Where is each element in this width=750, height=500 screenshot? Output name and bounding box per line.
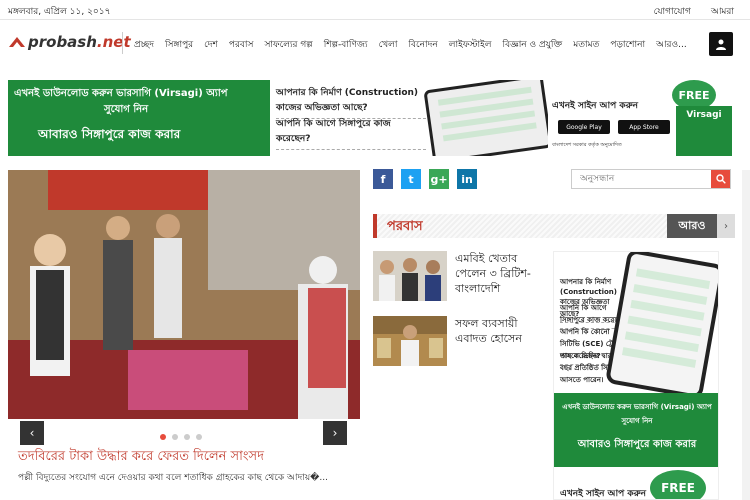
ad-opportunity-text: সুযোগ নিন bbox=[621, 417, 653, 425]
section-header-probash: পরবাস আরও › bbox=[373, 214, 735, 238]
ad-questions-panel: আপনার কি নির্মাণ (Construction) কাজের অভ… bbox=[270, 80, 446, 156]
app-store-badge[interactable]: App Store bbox=[618, 120, 670, 134]
about-link[interactable]: আমরা bbox=[711, 4, 734, 19]
user-icon bbox=[716, 39, 726, 50]
facebook-icon[interactable]: f bbox=[373, 169, 393, 189]
right-edge-panel bbox=[742, 170, 750, 500]
nav-item-lifestyle[interactable]: লাইফস্টাইল bbox=[449, 37, 492, 52]
search-input[interactable] bbox=[572, 170, 712, 188]
ad-download-text: এখনই ডাউনলোড করুন ভারসাগি (Virsagi) অ্যা… bbox=[14, 88, 228, 99]
logo-text-main: probash bbox=[28, 33, 97, 51]
slider-dot-3[interactable] bbox=[184, 434, 190, 440]
nav-item-opinion[interactable]: মতামত bbox=[573, 37, 599, 52]
search-box bbox=[571, 169, 731, 189]
ad-signup-text: এখনই সাইন আপ করুন bbox=[552, 101, 638, 111]
top-bar: মঙ্গলবার, এপ্রিল ১১, ২০১৭ যোগাযোগ আমরা bbox=[0, 0, 750, 20]
nav-item-singapore[interactable]: সিঙ্গাপুর bbox=[165, 37, 193, 52]
nav-item-probash[interactable]: পরবাস bbox=[229, 37, 254, 52]
slider-dot-2[interactable] bbox=[172, 434, 178, 440]
nav-item-entertainment[interactable]: বিনোদন bbox=[408, 37, 437, 52]
user-account-button[interactable] bbox=[709, 32, 733, 56]
section-more-arrow-icon[interactable]: › bbox=[717, 214, 735, 238]
site-logo[interactable]: probash .net bbox=[8, 33, 131, 51]
logo-icon bbox=[9, 37, 25, 47]
googleplus-icon[interactable]: g+ bbox=[429, 169, 449, 189]
ad-approval-text: বাংলাদেশ সরকার কর্তৃক অনুমোদিত bbox=[552, 142, 622, 148]
featured-slider-image[interactable] bbox=[8, 170, 360, 419]
ad-signup-text: এখনই সাইন আপ করুন bbox=[560, 489, 646, 499]
ad-green-panel: এখনই ডাউনলোড করুন ভারসাগি (Virsagi) অ্যা… bbox=[8, 80, 270, 156]
slider-next-button[interactable]: › bbox=[323, 421, 347, 445]
slider-dots bbox=[160, 434, 202, 440]
nav-item-sports[interactable]: খেলা bbox=[379, 37, 398, 52]
ad-work-again-text: আবারও সিঙ্গাপুরে কাজ করার bbox=[38, 127, 181, 141]
ad-opportunity-text: সুযোগ নিন bbox=[104, 104, 149, 115]
ad-question-singapore: আপনি কি আগে সিঙ্গাপুরে কাজ করেছেন? bbox=[276, 116, 426, 150]
logo-text-domain: .net bbox=[96, 33, 131, 51]
twitter-icon[interactable]: t bbox=[401, 169, 421, 189]
section-title[interactable]: পরবাস bbox=[387, 217, 423, 238]
top-links: যোগাযোগ আমরা bbox=[654, 4, 734, 19]
news-photo bbox=[8, 170, 360, 419]
news-photo bbox=[373, 251, 447, 301]
search-icon bbox=[715, 174, 726, 184]
ad-phone-image bbox=[604, 252, 718, 400]
section-more-button[interactable]: আরও bbox=[667, 214, 717, 238]
featured-summary: পল্লী বিদ্যুতের সংযোগ এনে দেওয়ার কথা বল… bbox=[18, 473, 328, 483]
main-navbar: probash .net প্রচ্ছদ সিঙ্গাপুর দেশ পরবাস… bbox=[0, 26, 750, 60]
news-title[interactable]: এমবিই খেতাব পেলেন ৩ ব্রিটিশ-বাংলাদেশি bbox=[455, 251, 535, 301]
nav-menu: প্রচ্ছদ সিঙ্গাপুর দেশ পরবাস সাফল্যের গল্… bbox=[134, 37, 698, 52]
nav-item-business[interactable]: শিল্প-বাণিজ্য bbox=[324, 37, 368, 52]
contact-link[interactable]: যোগাযোগ bbox=[654, 4, 691, 19]
sidebar-ad[interactable]: আপনার কি নির্মাণ (Construction) কাজের অভ… bbox=[553, 251, 719, 500]
featured-headline[interactable]: তদবিরের টাকা উদ্ধার করে ফেরত দিলেন সাংসদ bbox=[18, 447, 264, 468]
nav-item-success-stories[interactable]: সাফল্যের গল্প bbox=[264, 37, 312, 52]
ad-work-again-text: আবারও সিঙ্গাপুরে কাজ করার bbox=[577, 439, 697, 450]
search-button[interactable] bbox=[711, 170, 730, 188]
slider-dot-4[interactable] bbox=[196, 434, 202, 440]
nav-item-country[interactable]: দেশ bbox=[204, 37, 218, 52]
google-play-badge[interactable]: Google Play bbox=[558, 120, 610, 134]
ad-question-construction: আপনার কি নির্মাণ (Construction) কাজের অভ… bbox=[276, 85, 426, 119]
slider-prev-button[interactable]: ‹ bbox=[20, 421, 44, 445]
news-thumbnail[interactable] bbox=[373, 251, 447, 301]
ad-brand-logo: Virsagi bbox=[676, 106, 732, 156]
nav-item-science-tech[interactable]: বিজ্ঞান ও প্রযুক্তি bbox=[503, 37, 563, 52]
news-item[interactable]: এমবিই খেতাব পেলেন ৩ ব্রিটিশ-বাংলাদেশি bbox=[373, 251, 535, 301]
ad-download-text: এখনই ডাউনলোড করুন ভারসাগি (Virsagi) অ্যা… bbox=[562, 403, 712, 411]
ad-green-panel: এখনই ডাউনলোড করুন ভারসাগি (Virsagi) অ্যা… bbox=[554, 393, 718, 467]
nav-item-more[interactable]: আরও... bbox=[656, 37, 687, 52]
news-thumbnail[interactable] bbox=[373, 316, 447, 366]
ad-free-badge: FREE bbox=[650, 470, 706, 499]
top-ad-banner[interactable]: এখনই ডাউনলোড করুন ভারসাগি (Virsagi) অ্যা… bbox=[8, 80, 732, 156]
social-links: f t g+ in bbox=[373, 169, 477, 189]
news-photo bbox=[373, 316, 447, 366]
ad-phone-image bbox=[423, 80, 553, 156]
news-item[interactable]: সফল ব্যবসায়ী এবাদত হোসেন bbox=[373, 316, 535, 366]
logo-divider bbox=[122, 32, 123, 54]
nav-item-education[interactable]: পড়াশোনা bbox=[610, 37, 645, 52]
news-title[interactable]: সফল ব্যবসায়ী এবাদত হোসেন bbox=[455, 316, 535, 366]
current-date: মঙ্গলবার, এপ্রিল ১১, ২০১৭ bbox=[8, 7, 111, 17]
nav-item-home[interactable]: প্রচ্ছদ bbox=[134, 37, 154, 52]
slider-dot-1[interactable] bbox=[160, 434, 166, 440]
linkedin-icon[interactable]: in bbox=[457, 169, 477, 189]
